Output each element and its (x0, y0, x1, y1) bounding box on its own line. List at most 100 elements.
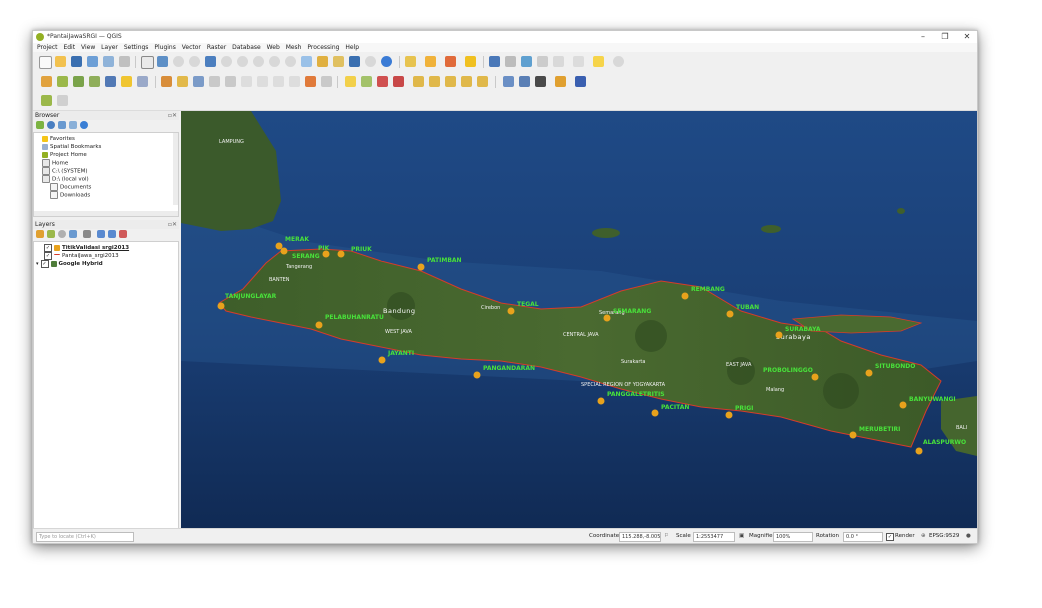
plugin-c-icon[interactable] (535, 76, 546, 87)
locator-icon[interactable] (613, 56, 624, 67)
map-tips-icon[interactable] (573, 56, 584, 67)
label-icon[interactable] (345, 76, 356, 87)
render-checkbox[interactable]: ✓ (886, 533, 894, 541)
redo-icon[interactable] (321, 76, 332, 87)
copy-icon[interactable] (273, 76, 284, 87)
lock-icon[interactable]: ▣ (739, 533, 744, 539)
menu-raster[interactable]: Raster (207, 44, 226, 51)
menu-mesh[interactable]: Mesh (286, 44, 302, 51)
layer-titik-validasi[interactable]: ✓ TitikValidasi srgi2013 (44, 244, 129, 252)
select-value-icon[interactable] (445, 56, 456, 67)
coordinate-field[interactable]: 115.288,-8.005 (619, 532, 661, 542)
browser-hscrollbar[interactable] (34, 211, 178, 216)
map-canvas[interactable]: LAMPUNG Bandung WEST JAVA CENTRAL JAVA E… (181, 111, 977, 528)
browser-item-favorites[interactable]: Favorites (42, 135, 75, 143)
panel-float-close-icon[interactable]: ▫✕ (168, 220, 177, 229)
filter-legend-icon[interactable] (69, 230, 77, 238)
menu-edit[interactable]: Edit (63, 44, 75, 51)
zoom-in-icon[interactable] (173, 56, 184, 67)
python-console-icon[interactable] (555, 76, 566, 87)
delete-icon[interactable] (241, 76, 252, 87)
zoom-out-icon[interactable] (189, 56, 200, 67)
open-project-icon[interactable] (55, 56, 66, 67)
move-label-icon[interactable] (413, 76, 424, 87)
panel-float-close-icon[interactable]: ▫✕ (168, 111, 177, 120)
maximize-button[interactable]: ❐ (935, 31, 955, 43)
menu-project[interactable]: Project (37, 44, 58, 51)
save-as-icon[interactable] (87, 56, 98, 67)
layout-manager-icon[interactable] (119, 56, 130, 67)
menu-web[interactable]: Web (267, 44, 280, 51)
label-properties-icon[interactable] (477, 76, 488, 87)
map-svg[interactable]: LAMPUNG Bandung WEST JAVA CENTRAL JAVA E… (181, 111, 977, 528)
style-icon[interactable] (36, 230, 44, 238)
diagram-icon[interactable] (361, 76, 372, 87)
highlight-labels-icon[interactable] (393, 76, 404, 87)
processing-toolbox-icon[interactable] (521, 56, 532, 67)
menu-layer[interactable]: Layer (101, 44, 118, 51)
zoom-full-icon[interactable] (205, 56, 216, 67)
expand-all-icon[interactable] (97, 230, 105, 238)
browser-scrollbar[interactable] (173, 133, 178, 205)
new-layer-icon[interactable] (57, 76, 68, 87)
data-source-manager-icon[interactable] (41, 76, 52, 87)
add-group-icon[interactable] (47, 230, 55, 238)
new-project-icon[interactable] (39, 56, 52, 69)
close-button[interactable]: ✕ (957, 31, 977, 43)
refresh-icon[interactable] (381, 56, 392, 67)
toggle-editing-icon[interactable] (177, 76, 188, 87)
save-project-icon[interactable] (71, 56, 82, 67)
layer-checkbox[interactable]: ✓ (44, 244, 52, 252)
eye-icon[interactable] (58, 230, 66, 238)
locator-search-input[interactable]: Type to locate (Ctrl+K) (36, 532, 134, 542)
pin-labels-icon[interactable] (377, 76, 388, 87)
clock-icon[interactable] (365, 56, 376, 67)
grid-plugin-icon[interactable] (57, 95, 68, 106)
menu-plugins[interactable]: Plugins (154, 44, 176, 51)
identify-icon[interactable] (405, 56, 416, 67)
menu-help[interactable]: Help (345, 44, 359, 51)
print-layout-icon[interactable] (103, 56, 114, 67)
layer-checkbox[interactable]: ✓ (44, 252, 52, 260)
filter-icon[interactable] (58, 121, 66, 129)
zoom-selection-icon[interactable] (221, 56, 232, 67)
menu-view[interactable]: View (81, 44, 95, 51)
browser-item-bookmarks[interactable]: Spatial Bookmarks (42, 143, 101, 151)
add-delimited-icon[interactable] (121, 76, 132, 87)
attribute-table-icon[interactable] (489, 56, 500, 67)
pan-to-selection-icon[interactable] (157, 56, 168, 67)
paste-icon[interactable] (289, 76, 300, 87)
measure-icon[interactable] (553, 56, 564, 67)
show-bookmarks-icon[interactable] (333, 56, 344, 67)
zoom-native-icon[interactable] (253, 56, 264, 67)
add-raster-icon[interactable] (89, 76, 100, 87)
minimize-button[interactable]: – (913, 31, 933, 43)
add-wms-icon[interactable] (105, 76, 116, 87)
properties-icon[interactable] (80, 121, 88, 129)
expression-filter-icon[interactable] (83, 230, 91, 238)
browser-item-project-home[interactable]: Project Home (42, 151, 87, 159)
georeferencer-icon[interactable] (41, 95, 52, 106)
rotate-label-icon[interactable] (429, 76, 440, 87)
crs-icon[interactable]: ⊕ (921, 533, 926, 539)
remove-layer-icon[interactable] (119, 230, 127, 238)
change-label-icon[interactable] (445, 76, 456, 87)
menu-database[interactable]: Database (232, 44, 261, 51)
cut-icon[interactable] (257, 76, 268, 87)
statistics-icon[interactable] (537, 56, 548, 67)
deselect-icon[interactable] (465, 56, 476, 67)
menu-settings[interactable]: Settings (124, 44, 149, 51)
browser-item-downloads[interactable]: Downloads (50, 191, 90, 200)
show-hide-labels-icon[interactable] (461, 76, 472, 87)
undo-icon[interactable] (305, 76, 316, 87)
messages-icon[interactable]: ● (966, 533, 971, 539)
zoom-next-icon[interactable] (285, 56, 296, 67)
temporal-icon[interactable] (349, 56, 360, 67)
add-virtual-icon[interactable] (137, 76, 148, 87)
field-calculator-icon[interactable] (505, 56, 516, 67)
layer-checkbox[interactable]: ✓ (40, 260, 49, 268)
plugin-a-icon[interactable] (503, 76, 514, 87)
menu-processing[interactable]: Processing (307, 44, 339, 51)
zoom-layer-icon[interactable] (237, 56, 248, 67)
rotation-field[interactable]: 0.0 ° (843, 532, 883, 542)
